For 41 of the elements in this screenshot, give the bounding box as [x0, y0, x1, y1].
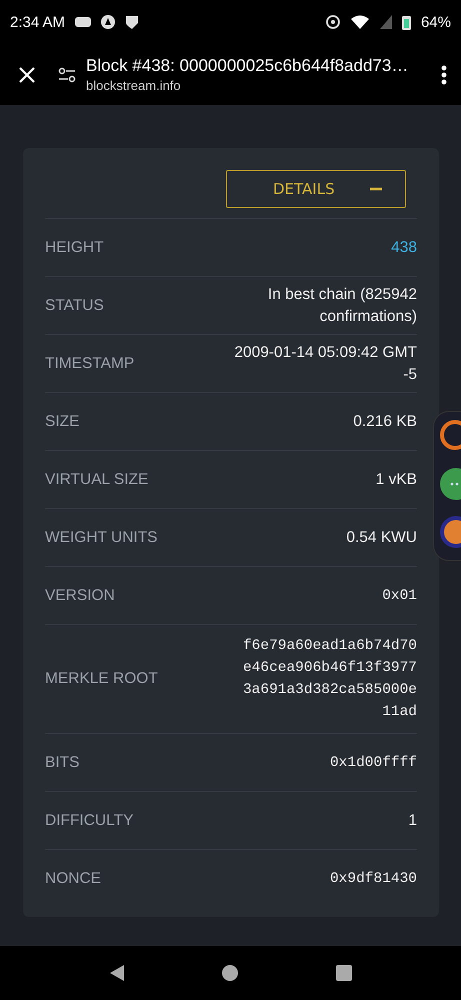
- field-value: 1 vKB: [376, 470, 417, 490]
- home-icon[interactable]: [222, 965, 238, 981]
- field-label: HEIGHT: [45, 238, 104, 256]
- field-value: 0x01: [382, 586, 417, 606]
- app-icon: [75, 16, 92, 28]
- field-label: VIRTUAL SIZE: [45, 470, 148, 488]
- field-value: In best chain (825942 confirmations): [266, 284, 417, 326]
- app-icon: [101, 15, 116, 29]
- shield-icon: [125, 15, 140, 29]
- field-value: 1: [408, 810, 417, 830]
- height-link[interactable]: 438: [391, 236, 417, 258]
- more-options-icon[interactable]: [441, 64, 447, 84]
- field-value: 0x9df81430: [330, 870, 417, 888]
- page-url: blockstream.info: [86, 78, 182, 93]
- close-icon[interactable]: [18, 66, 36, 84]
- field-value: 2009-01-14 05:09:42 GMT -5: [233, 342, 417, 384]
- field-value: 0.216 KB: [353, 412, 417, 432]
- battery-icon: [402, 14, 411, 30]
- field-label: MERKLE ROOT: [45, 670, 158, 688]
- field-value: 0.54 KWU: [346, 528, 417, 548]
- field-label: VERSION: [45, 586, 115, 604]
- wifi-icon: [350, 15, 370, 29]
- field-label: SIZE: [45, 412, 80, 430]
- battery-level: 64%: [420, 14, 451, 30]
- recents-icon[interactable]: [336, 965, 352, 981]
- field-label: BITS: [45, 754, 80, 772]
- clock: 2:34 AM: [10, 14, 66, 30]
- signal-icon: [380, 15, 392, 29]
- site-settings-icon[interactable]: [58, 66, 76, 82]
- field-label: TIMESTAMP: [45, 354, 134, 372]
- sync-icon: [326, 15, 340, 29]
- field-label: NONCE: [45, 870, 101, 888]
- page-title: Block #438: 0000000025c6b644f8add73…: [86, 56, 410, 76]
- field-value: f6e79a60ead1a6b74d70e46cea906b46f13f39773a691a3d382ca585000e11ad: [242, 637, 417, 722]
- field-value: 0x1d00ffff: [330, 754, 417, 772]
- details-button[interactable]: DETAILS: [226, 170, 406, 208]
- field-label: WEIGHT UNITS: [45, 528, 158, 546]
- field-label: STATUS: [45, 296, 104, 314]
- back-icon[interactable]: [108, 964, 125, 982]
- app-bubble-icon[interactable]: [440, 420, 461, 450]
- field-label: DIFFICULTY: [45, 812, 134, 830]
